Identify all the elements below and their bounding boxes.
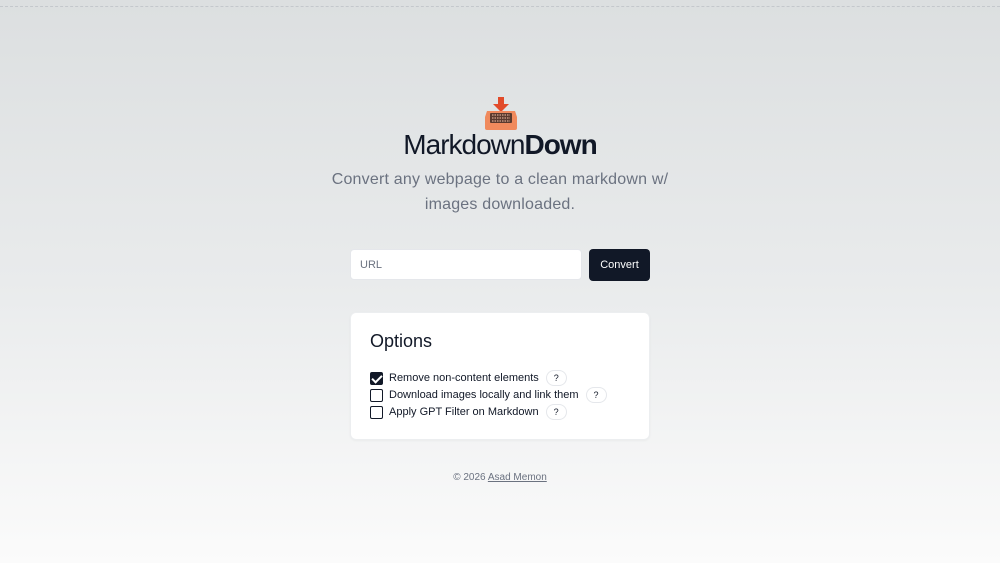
gpt-filter-checkbox[interactable] — [370, 405, 383, 419]
option-download-images: Download images locally and link them ? — [370, 387, 607, 403]
footer: © 2026 Asad Memon — [0, 472, 1000, 483]
convert-button[interactable]: Convert — [589, 249, 650, 281]
option-label: Download images locally and link them — [389, 389, 579, 401]
download-images-checkbox[interactable] — [370, 388, 383, 402]
author-link[interactable]: Asad Memon — [488, 472, 547, 483]
options-panel: Options Remove non-content elements ? Do… — [350, 312, 650, 440]
url-input[interactable] — [350, 249, 582, 280]
help-button[interactable]: ? — [545, 404, 567, 420]
option-label: Remove non-content elements — [389, 372, 539, 384]
remove-non-content-checkbox[interactable] — [370, 371, 383, 385]
option-remove-non-content: Remove non-content elements ? — [370, 370, 567, 386]
help-button[interactable]: ? — [545, 370, 567, 386]
tagline: Convert any webpage to a clean markdown … — [331, 171, 669, 213]
app-title-part1: Markdown — [403, 129, 525, 160]
option-gpt-filter: Apply GPT Filter on Markdown ? — [370, 404, 567, 420]
copyright-text: © 2026 — [453, 472, 486, 483]
options-title: Options — [370, 331, 433, 351]
help-button[interactable]: ? — [585, 387, 607, 403]
markdown-down-logo-icon — [485, 97, 517, 130]
app-title: MarkdownDown — [0, 129, 1000, 161]
app-title-part2: Down — [524, 129, 597, 160]
top-dashed-divider — [0, 6, 1000, 7]
option-label: Apply GPT Filter on Markdown — [389, 406, 539, 418]
